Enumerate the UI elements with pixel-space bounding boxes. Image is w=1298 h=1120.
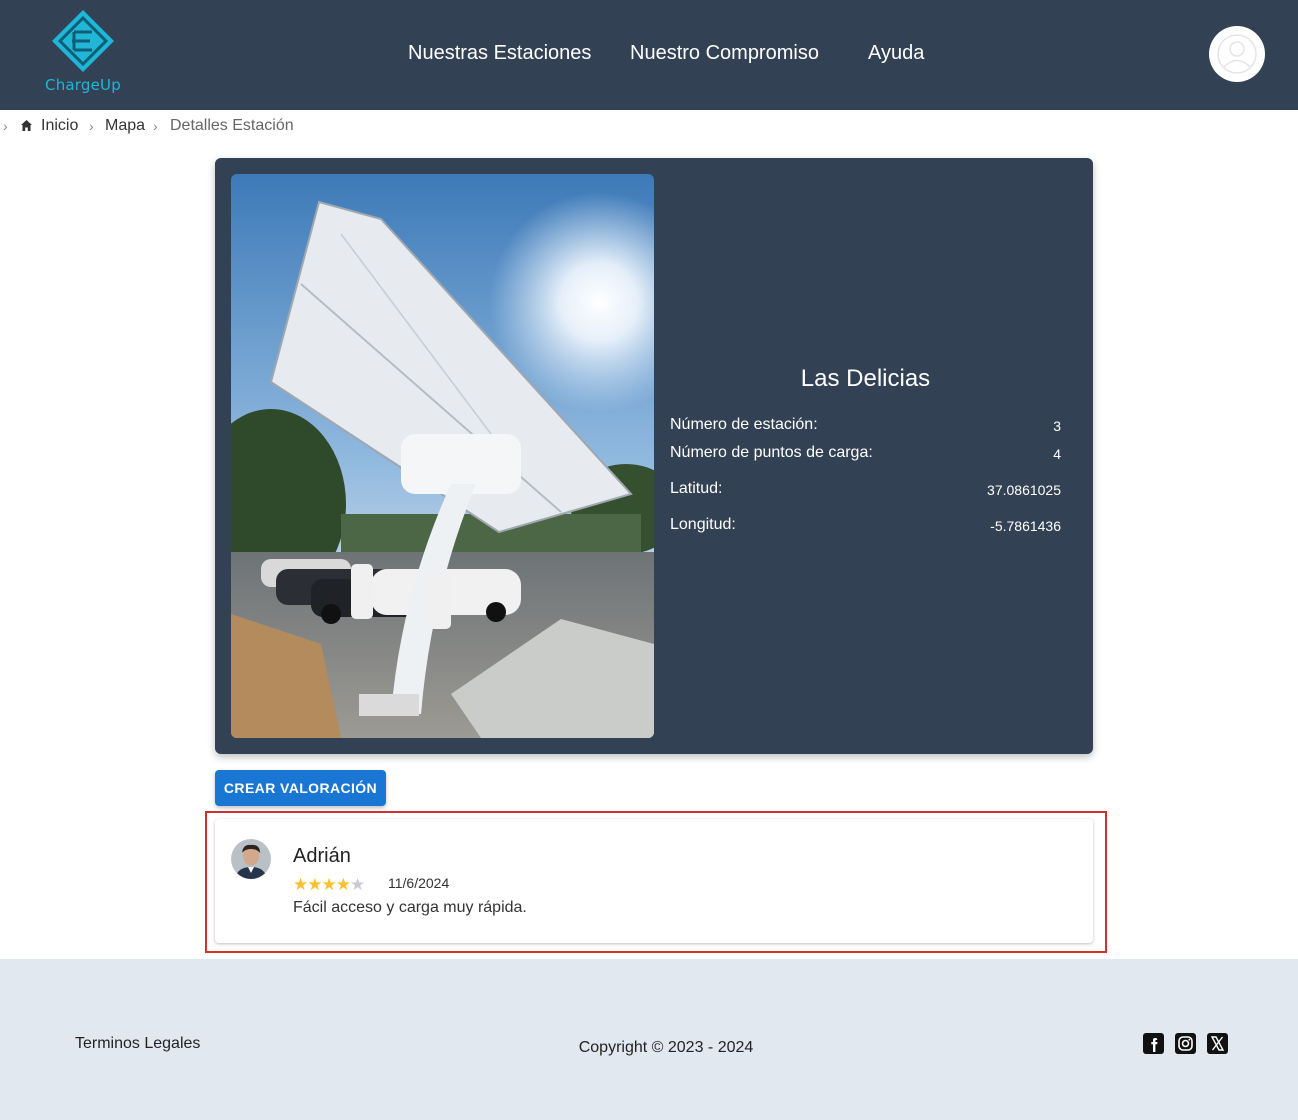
footer: Terminos Legales Copyright © 2023 - 2024: [0, 959, 1298, 1120]
star-filled-icon: ★: [335, 875, 351, 894]
review-author: Adrián: [293, 845, 351, 867]
x-icon[interactable]: [1207, 1033, 1228, 1054]
detail-value: 3: [1053, 418, 1061, 434]
profile-button[interactable]: [1209, 26, 1265, 82]
detail-value: 37.0861025: [987, 482, 1061, 498]
star-filled-icon: ★: [307, 875, 322, 894]
star-filled-icon: ★: [321, 875, 337, 894]
breadcrumb-mapa[interactable]: Mapa: [105, 117, 145, 135]
nav-nuestro-compromiso[interactable]: Nuestro Compromiso: [630, 42, 819, 65]
detail-row-longitude: Longitud: -5.7861436: [670, 516, 1061, 536]
detail-label: Número de estación:: [670, 416, 818, 433]
detail-row-charge-points: Número de puntos de carga: 4: [670, 444, 1061, 464]
chevron-right-icon: ›: [153, 118, 158, 134]
logo-text: ChargeUp: [45, 76, 121, 94]
create-review-button[interactable]: CREAR VALORACIÓN: [215, 770, 386, 806]
user-avatar-icon: [1217, 34, 1257, 74]
station-photo: [231, 174, 654, 738]
instagram-icon[interactable]: [1175, 1033, 1196, 1054]
detail-value: 4: [1053, 446, 1061, 462]
copyright-text: Copyright © 2023 - 2024: [578, 1039, 754, 1056]
star-filled-icon: ★: [293, 875, 308, 894]
review-date: 11/6/2024: [388, 875, 450, 891]
station-detail-card: Las Delicias Número de estación: 3 Númer…: [215, 158, 1093, 754]
station-name: Las Delicias: [800, 365, 931, 392]
detail-value: -5.7861436: [990, 518, 1061, 534]
breadcrumb: › Inicio › Mapa › Detalles Estación: [0, 116, 400, 138]
detail-row-station-number: Número de estación: 3: [670, 416, 1061, 436]
chevron-right-icon: ›: [89, 118, 94, 134]
review-text: Fácil acceso y carga muy rápida.: [293, 899, 527, 916]
detail-label: Longitud:: [670, 516, 736, 533]
top-navbar: ChargeUp Nuestras Estaciones Nuestro Com…: [0, 0, 1298, 110]
chevron-right-icon: ›: [3, 118, 8, 134]
detail-label: Latitud:: [670, 480, 723, 497]
star-empty-icon: ★: [350, 875, 365, 894]
main-nav: Nuestras Estaciones Nuestro Compromiso A…: [0, 42, 1298, 70]
detail-row-latitude: Latitud: 37.0861025: [670, 480, 1061, 500]
reviewer-avatar: [231, 839, 271, 879]
breadcrumb-inicio[interactable]: Inicio: [41, 117, 78, 135]
breadcrumb-current: Detalles Estación: [170, 117, 294, 134]
facebook-icon[interactable]: [1143, 1033, 1164, 1054]
review-card: Adrián ★★★★★ 11/6/2024 Fácil acceso y ca…: [215, 819, 1093, 943]
nav-ayuda[interactable]: Ayuda: [868, 42, 924, 65]
review-rating: ★★★★★: [293, 875, 365, 894]
detail-label: Número de puntos de carga:: [670, 444, 873, 461]
station-info: Las Delicias Número de estación: 3 Númer…: [670, 158, 1061, 754]
home-icon[interactable]: [20, 119, 33, 137]
nav-nuestras-estaciones[interactable]: Nuestras Estaciones: [408, 42, 591, 65]
